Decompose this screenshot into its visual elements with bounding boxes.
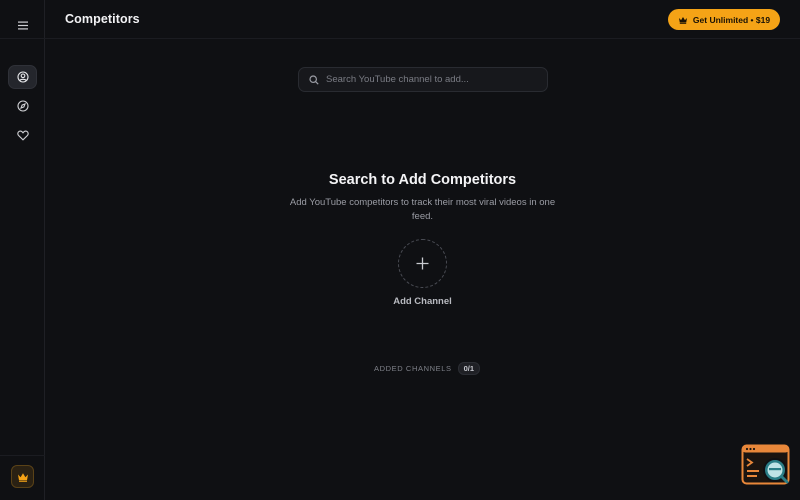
compass-icon [16,100,29,112]
channel-search-box[interactable] [298,67,548,92]
heart-icon [16,130,29,141]
get-unlimited-button[interactable]: Get Unlimited • $19 [668,9,780,30]
sidebar-divider [0,38,45,39]
added-channels-indicator: ADDED CHANNELS 0/1 [374,361,481,375]
add-channel-label: Add Channel [393,296,452,307]
crown-icon [17,472,28,482]
empty-state-description: Add YouTube competitors to track their m… [289,197,556,222]
terminal-search-icon [741,444,790,485]
added-channels-label: ADDED CHANNELS [374,363,452,373]
sidebar [0,0,45,500]
menu-toggle-button[interactable] [12,14,34,36]
upgrade-crown-button[interactable] [11,465,34,488]
page-title: Competitors [65,12,140,26]
user-circle-icon [16,71,29,83]
hamburger-icon [18,21,28,29]
app-root: Competitors Get Unlimited • $19 Search t… [0,0,800,500]
get-unlimited-label: Get Unlimited • $19 [692,14,771,25]
added-channels-count-badge: 0/1 [457,361,481,375]
crown-icon [678,16,687,24]
sidebar-divider-bottom [0,455,45,456]
channel-search-input[interactable] [326,74,547,85]
feedback-widget-button[interactable] [741,444,791,488]
sidebar-item-favorites[interactable] [8,123,37,147]
search-icon [309,74,319,85]
top-header: Competitors Get Unlimited • $19 [45,0,800,39]
sidebar-item-competitors[interactable] [8,65,37,89]
empty-state-title: Search to Add Competitors [328,172,517,188]
sidebar-item-explore[interactable] [8,94,37,118]
plus-icon [416,257,429,270]
add-channel-button[interactable] [398,239,447,288]
